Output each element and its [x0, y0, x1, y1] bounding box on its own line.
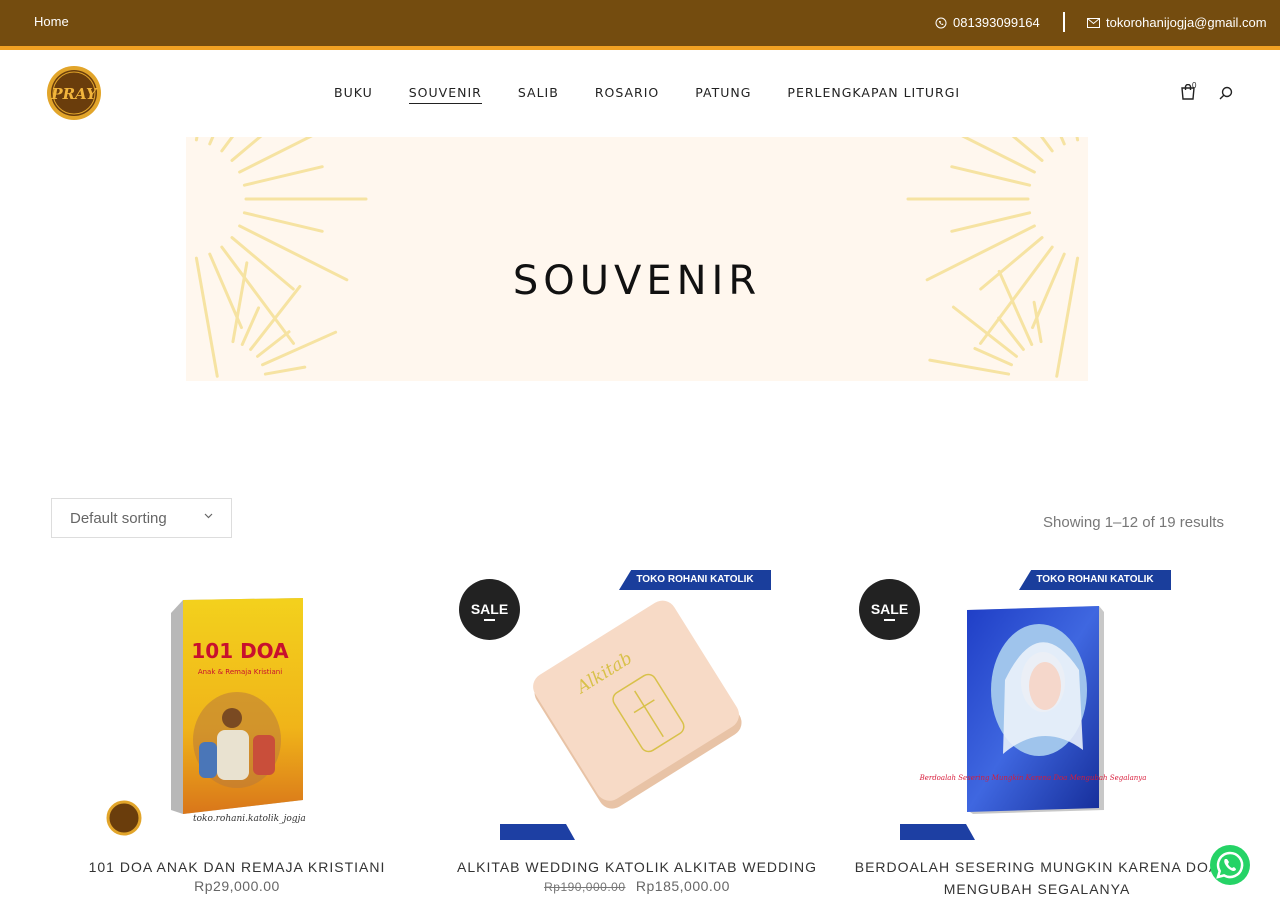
product-title[interactable]: BERDOALAH SESERING MUNGKIN KARENA DOA ME…: [847, 856, 1227, 900]
sale-badge: SALE: [459, 579, 520, 640]
topbar-accent-strip: [0, 46, 1280, 50]
sun-ray: [242, 165, 324, 187]
whatsapp-icon: [1216, 851, 1244, 879]
cover-title: 101 DOA: [191, 639, 289, 663]
nav-item-perlengkapan-liturgi[interactable]: PERLENGKAPAN LITURGI: [787, 85, 960, 104]
current-price: Rp29,000.00: [194, 878, 280, 894]
current-price: Rp185,000.00: [635, 878, 730, 894]
sun-ray: [951, 305, 1018, 358]
chevron-down-icon: [204, 513, 213, 519]
page-banner: SOUVENIR: [186, 137, 1088, 381]
sale-badge: SALE: [859, 579, 920, 640]
page-title: SOUVENIR: [512, 258, 762, 304]
product-image[interactable]: Alkitab TOKO ROHANI KATOLIK SALE: [447, 570, 827, 840]
sun-ray: [208, 137, 215, 146]
sun-ray: [928, 358, 1011, 376]
mail-icon: [1087, 17, 1100, 28]
sun-ray: [950, 211, 1032, 233]
book-cover-image: 101 DOA Anak & Remaja Kristiani toko.roh…: [106, 598, 306, 836]
product-card[interactable]: Berdoalah Sesering Mungkin Karena Doa Me…: [847, 570, 1227, 900]
phone-contact[interactable]: 081393099164: [935, 15, 1040, 30]
product-title[interactable]: 101 DOA ANAK DAN REMAJA KRISTIANI: [47, 856, 427, 878]
whatsapp-icon: [935, 17, 947, 28]
nav-item-souvenir[interactable]: SOUVENIR: [408, 85, 482, 104]
store-ribbon: TOKO ROHANI KATOLIK: [619, 570, 771, 590]
nav-item-rosario[interactable]: ROSARIO: [595, 85, 659, 104]
logo-text: PRAY: [50, 85, 98, 103]
search-icon[interactable]: [1219, 86, 1233, 100]
email-address: tokorohanijogja@gmail.com: [1106, 15, 1267, 30]
nav-item-buku[interactable]: BUKU: [334, 85, 373, 104]
whatsapp-chat-button[interactable]: [1210, 845, 1250, 885]
sun-ray: [973, 346, 1013, 367]
sun-ray: [263, 365, 307, 376]
phone-number: 081393099164: [953, 15, 1040, 30]
email-contact[interactable]: tokorohanijogja@gmail.com: [1087, 15, 1267, 30]
product-image[interactable]: 101 DOA Anak & Remaja Kristiani toko.roh…: [47, 570, 427, 840]
sorting-selected-value: Default sorting: [70, 509, 167, 527]
nav-item-salib[interactable]: SALIB: [518, 85, 559, 104]
topbar-divider: [1063, 12, 1065, 32]
sun-ray: [261, 330, 338, 367]
corner-decoration: [500, 824, 575, 840]
site-logo[interactable]: PRAY: [44, 65, 104, 122]
sun-ray: [950, 165, 1032, 187]
main-nav: BUKU SOUVENIR SALIB ROSARIO PATUNG PERLE…: [334, 85, 960, 104]
watermark-text: toko.rohani.katolik_jogja: [193, 814, 306, 824]
sun-ray: [242, 211, 324, 233]
product-card[interactable]: Alkitab TOKO ROHANI KATOLIK SALE ALKITAB…: [447, 570, 827, 894]
cover-text: Berdoalah Sesering Mungkin Karena Doa Me…: [919, 774, 1147, 782]
product-image[interactable]: Berdoalah Sesering Mungkin Karena Doa Me…: [847, 570, 1227, 840]
cart-count-badge: 0: [1192, 81, 1197, 90]
results-count: Showing 1–12 of 19 results: [1043, 514, 1224, 531]
corner-decoration: [900, 824, 975, 840]
sun-ray: [240, 306, 261, 346]
sun-ray: [1059, 137, 1066, 146]
store-ribbon: TOKO ROHANI KATOLIK: [1019, 570, 1171, 590]
original-price: Rp190,000.00: [544, 880, 626, 894]
nav-item-patung[interactable]: PATUNG: [695, 85, 751, 104]
product-card[interactable]: 101 DOA Anak & Remaja Kristiani toko.roh…: [47, 570, 427, 894]
cover-subtitle: Anak & Remaja Kristiani: [198, 668, 282, 676]
product-price: Rp29,000.00: [47, 878, 427, 894]
home-link[interactable]: Home: [34, 14, 69, 29]
sorting-select[interactable]: Default sorting: [51, 498, 232, 538]
product-price: Rp190,000.00 Rp185,000.00: [447, 878, 827, 894]
top-bar: Home 081393099164 tokorohanijogja@gmail.…: [0, 0, 1280, 46]
product-title[interactable]: ALKITAB WEDDING KATOLIK ALKITAB WEDDING: [447, 856, 827, 878]
